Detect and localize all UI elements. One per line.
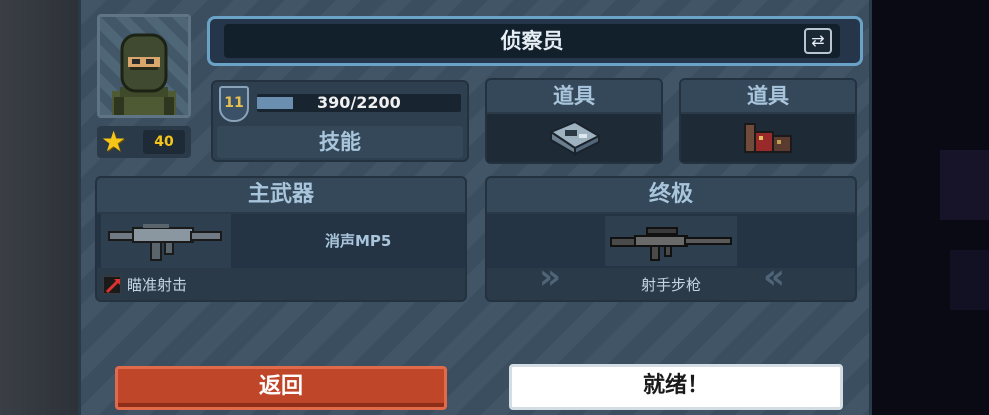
ready-button[interactable]: 就绪！	[509, 364, 843, 410]
soldier-avatar-icon	[112, 33, 176, 115]
item-slot-2[interactable]: 道具	[679, 78, 857, 164]
item-icon-area	[487, 114, 661, 162]
star-counter: ★ 40	[97, 126, 191, 158]
ultimate-name-row: 射手步枪	[487, 272, 855, 298]
level-panel: 11 390/2200 技能	[211, 80, 469, 162]
ultimate-title: 终极	[487, 178, 855, 212]
right-background	[872, 0, 989, 415]
star-count: 40	[143, 130, 185, 154]
item-slot-label: 道具	[487, 80, 661, 112]
back-button[interactable]: 返回	[115, 366, 447, 410]
aim-shot-icon	[103, 276, 121, 294]
item-slot-1[interactable]: 道具	[485, 78, 663, 164]
item-icon-area	[681, 114, 855, 162]
left-background	[0, 0, 78, 415]
smg-icon	[108, 224, 222, 261]
class-name: 侦察员	[500, 29, 564, 53]
ultimate-name: 射手步枪	[640, 276, 701, 294]
primary-weapon-perk: 瞄准射击	[97, 272, 465, 298]
background-glow	[940, 150, 989, 220]
class-title-bar: 侦察员 ⇄	[207, 16, 863, 66]
loadout-panel: ★ 40 侦察员 ⇄ 11 390/2200 技能 道具 道具 主武器 消声MP…	[78, 0, 872, 415]
item-slot-label: 道具	[681, 80, 855, 112]
background-glow	[950, 250, 989, 310]
ammo-explosive-icon	[744, 123, 792, 153]
ultimate-panel[interactable]: 终极 » « 射手步枪	[485, 176, 857, 302]
xp-progress-bar: 390/2200	[257, 94, 461, 112]
class-title-inner: 侦察员 ⇄	[224, 24, 840, 58]
swap-icon: ⇄	[811, 31, 825, 50]
skill-button[interactable]: 技能	[217, 126, 463, 158]
ultimate-display: » «	[487, 214, 855, 294]
swap-class-button[interactable]: ⇄	[804, 28, 832, 54]
xp-text: 390/2200	[317, 93, 401, 112]
primary-weapon-name: 消声MP5	[325, 232, 392, 250]
level-badge: 11	[219, 86, 249, 122]
character-portrait[interactable]	[97, 14, 191, 118]
rifle-icon	[610, 227, 732, 261]
sensor-device-icon	[548, 120, 602, 156]
weapon-display: 消声MP5	[97, 214, 465, 268]
xp-progress-fill	[257, 97, 294, 109]
star-icon: ★	[101, 125, 127, 158]
primary-weapon-panel[interactable]: 主武器 消声MP5 瞄准射击	[95, 176, 467, 302]
perk-label: 瞄准射击	[127, 276, 188, 294]
primary-weapon-title: 主武器	[97, 178, 465, 212]
